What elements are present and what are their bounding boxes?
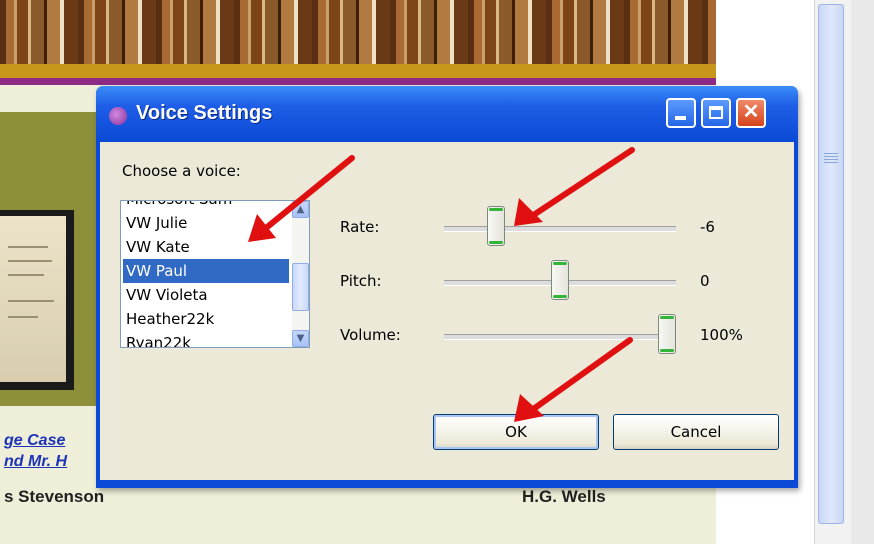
bookshelf-banner bbox=[0, 0, 716, 64]
grip-icon bbox=[824, 153, 838, 167]
rate-label: Rate: bbox=[340, 218, 380, 236]
rate-value: -6 bbox=[700, 218, 715, 236]
dialog-title: Voice Settings bbox=[136, 102, 273, 124]
dialog-client-area: Choose a voice: Microsoft Sam VW Julie V… bbox=[100, 142, 794, 480]
voice-item-ryan22k[interactable]: Ryan22k bbox=[123, 331, 289, 347]
volume-value: 100% bbox=[700, 326, 743, 344]
banner-gold-stripe bbox=[0, 64, 716, 78]
window-edge bbox=[851, 0, 874, 544]
book-cover-image[interactable] bbox=[0, 216, 66, 382]
book-link-line-1[interactable]: ge Case bbox=[4, 432, 65, 450]
chevron-down-icon: ▼ bbox=[296, 333, 305, 344]
scroll-down-button[interactable]: ▼ bbox=[292, 330, 309, 347]
choose-voice-label: Choose a voice: bbox=[122, 162, 241, 180]
voice-item-vw-paul[interactable]: VW Paul bbox=[123, 259, 289, 283]
volume-slider-thumb[interactable] bbox=[658, 314, 676, 354]
volume-label: Volume: bbox=[340, 326, 401, 344]
dialog-titlebar[interactable]: Voice Settings ✕ bbox=[96, 86, 798, 142]
chevron-up-icon: ▲ bbox=[296, 204, 305, 215]
voice-settings-dialog: Voice Settings ✕ Choose a voice: Microso… bbox=[96, 86, 798, 488]
rate-slider-thumb[interactable] bbox=[486, 206, 505, 246]
close-button[interactable]: ✕ bbox=[736, 98, 766, 128]
ok-button[interactable]: OK bbox=[433, 414, 599, 450]
voice-item-vw-kate[interactable]: VW Kate bbox=[123, 235, 289, 259]
pitch-value: 0 bbox=[700, 272, 710, 290]
author-wells: H.G. Wells bbox=[522, 487, 606, 506]
rate-slider-track[interactable] bbox=[444, 226, 676, 232]
voice-item-vw-julie[interactable]: VW Julie bbox=[123, 211, 289, 235]
cancel-button[interactable]: Cancel bbox=[613, 414, 779, 450]
voice-item-vw-violeta[interactable]: VW Violeta bbox=[123, 283, 289, 307]
voice-item-heather22k[interactable]: Heather22k bbox=[123, 307, 289, 331]
book-link-line-2[interactable]: nd Mr. H bbox=[4, 453, 67, 471]
maximize-button[interactable] bbox=[701, 98, 731, 128]
banner-purple-stripe bbox=[0, 78, 716, 85]
voice-list-scroll-thumb[interactable] bbox=[292, 263, 309, 311]
voice-list-scrollbar[interactable]: ▲ ▼ bbox=[292, 201, 309, 347]
voice-item-microsoft-sam[interactable]: Microsoft Sam bbox=[123, 201, 289, 211]
page-scrollbar-thumb[interactable] bbox=[818, 4, 844, 524]
app-icon bbox=[109, 107, 127, 125]
pitch-slider-thumb[interactable] bbox=[551, 260, 569, 300]
author-stevenson: s Stevenson bbox=[4, 487, 105, 506]
minimize-icon bbox=[675, 116, 686, 120]
scroll-up-button[interactable]: ▲ bbox=[292, 201, 309, 218]
close-icon: ✕ bbox=[742, 101, 760, 123]
maximize-icon bbox=[709, 106, 723, 119]
minimize-button[interactable] bbox=[666, 98, 696, 128]
pitch-label: Pitch: bbox=[340, 272, 382, 290]
volume-slider-track[interactable] bbox=[444, 334, 676, 340]
voice-listbox[interactable]: Microsoft Sam VW Julie VW Kate VW Paul V… bbox=[120, 200, 310, 348]
